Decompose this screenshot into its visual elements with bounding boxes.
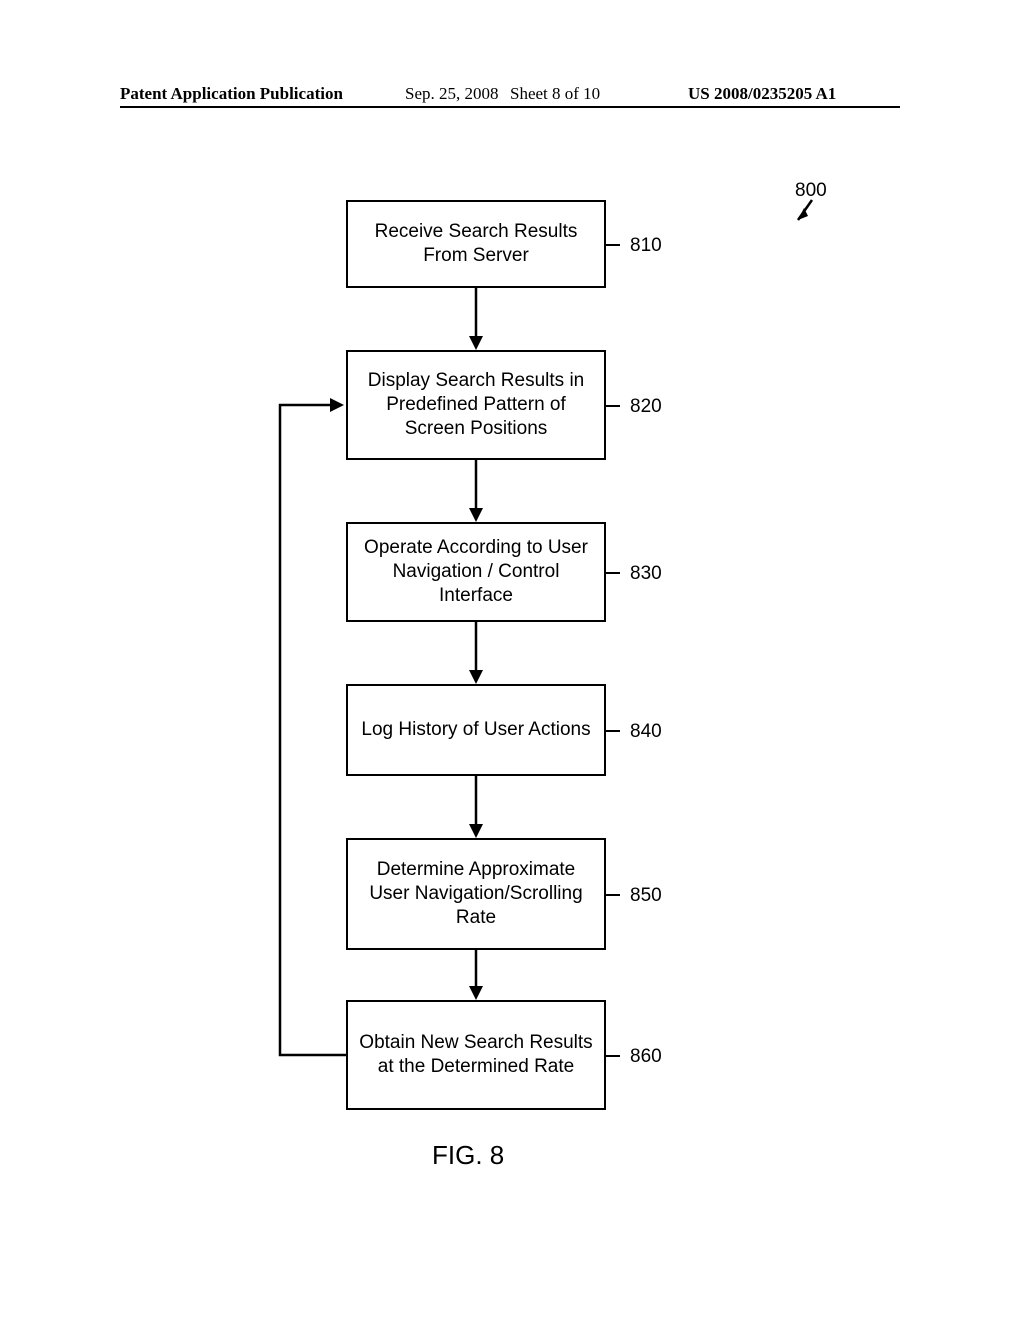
header-left: Patent Application Publication (120, 84, 343, 104)
header-sheet: Sheet 8 of 10 (510, 84, 600, 104)
header-rule (120, 106, 900, 108)
arrow-loop-back (260, 385, 660, 1105)
arrow-810-820 (456, 288, 496, 358)
figure-caption: FIG. 8 (432, 1140, 504, 1171)
box-810-text: Receive Search Results From Server (356, 220, 596, 268)
ref-810: 810 (630, 235, 662, 257)
header-pub: US 2008/0235205 A1 (688, 84, 836, 104)
flowchart: 800 Receive Search Results From Server 8… (0, 170, 1024, 1170)
ref-800-pointer (790, 198, 830, 238)
page: Patent Application Publication Sep. 25, … (0, 0, 1024, 1320)
box-810: Receive Search Results From Server (346, 200, 606, 288)
tick-810 (606, 244, 620, 246)
header-date: Sep. 25, 2008 (405, 84, 499, 104)
